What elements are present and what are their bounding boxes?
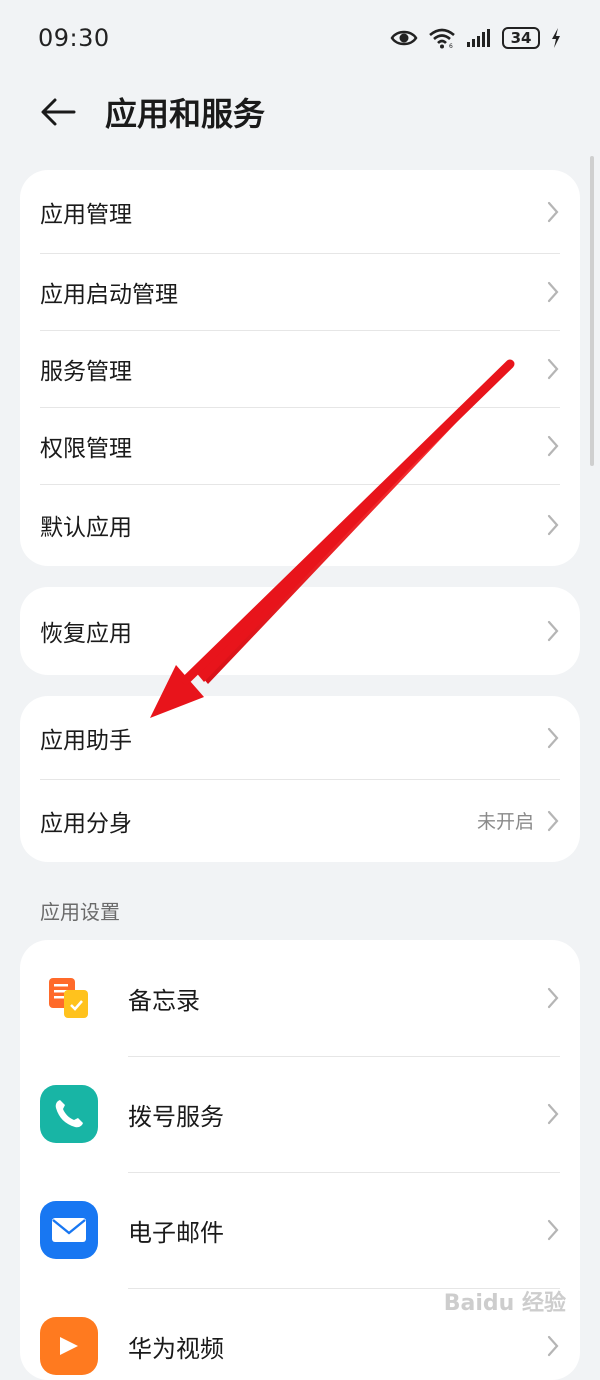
menu-item-label: 权限管理 (40, 435, 132, 462)
charging-icon (552, 28, 560, 48)
chevron-right-icon (546, 1103, 560, 1125)
memo-icon (40, 969, 98, 1027)
header: 应用和服务 (0, 76, 600, 148)
menu-item-permissions[interactable]: 权限管理 (20, 407, 580, 484)
chevron-right-icon (546, 514, 560, 536)
status-value: 未开启 (476, 811, 534, 833)
menu-item-default-apps[interactable]: 默认应用 (20, 484, 580, 566)
app-item-dialer[interactable]: 拨号服务 (20, 1056, 580, 1172)
status-bar: 09:30 6 34 (0, 0, 600, 76)
chevron-right-icon (546, 620, 560, 642)
mail-icon (40, 1201, 98, 1259)
page-title: 应用和服务 (105, 95, 266, 133)
phone-icon (40, 1085, 98, 1143)
watermark-logo: Baidu 经验 (443, 1291, 566, 1316)
battery-indicator: 34 (502, 27, 540, 49)
menu-item-app-twin[interactable]: 应用分身 未开启 (20, 779, 580, 862)
menu-item-label: 恢复应用 (40, 621, 132, 647)
eye-icon (390, 30, 418, 46)
chevron-right-icon (546, 281, 560, 303)
chevron-right-icon (546, 727, 560, 749)
scrollbar[interactable] (590, 156, 594, 466)
app-item-label: 华为视频 (128, 1334, 224, 1363)
app-item-label: 电子邮件 (128, 1218, 224, 1247)
chevron-right-icon (546, 810, 560, 832)
status-icons: 6 34 (390, 27, 562, 49)
app-item-label: 备忘录 (128, 986, 200, 1015)
menu-item-restore-apps[interactable]: 恢复应用 (20, 587, 580, 675)
section-title-app-settings: 应用设置 (40, 900, 120, 924)
wifi-icon: 6 (429, 28, 455, 49)
app-item-memo[interactable]: 备忘录 (20, 940, 580, 1056)
app-item-email[interactable]: 电子邮件 (20, 1172, 580, 1288)
signal-icon (467, 29, 490, 47)
menu-item-label: 应用管理 (40, 201, 132, 228)
settings-group-main: 应用管理 应用启动管理 服务管理 权限管理 默认应用 (20, 170, 580, 566)
menu-item-label: 应用助手 (40, 727, 132, 754)
menu-item-app-launch[interactable]: 应用启动管理 (20, 253, 580, 330)
menu-item-app-management[interactable]: 应用管理 (20, 170, 580, 253)
back-arrow-icon (41, 98, 76, 126)
menu-item-label: 应用分身 (40, 810, 132, 837)
app-item-label: 拨号服务 (128, 1102, 224, 1131)
svg-text:6: 6 (449, 43, 453, 49)
status-time: 09:30 (38, 24, 110, 52)
settings-group-restore: 恢复应用 (20, 587, 580, 675)
watermark-url: jingyan.baidu.com (446, 1317, 566, 1332)
menu-item-service-management[interactable]: 服务管理 (20, 330, 580, 407)
chevron-right-icon (546, 1219, 560, 1241)
chevron-right-icon (546, 987, 560, 1009)
chevron-right-icon (546, 435, 560, 457)
menu-item-label: 默认应用 (40, 515, 132, 541)
chevron-right-icon (546, 358, 560, 380)
video-icon (40, 1317, 98, 1375)
back-button[interactable] (38, 92, 78, 132)
menu-item-label: 服务管理 (40, 358, 132, 385)
menu-item-app-assistant[interactable]: 应用助手 (20, 696, 580, 779)
chevron-right-icon (546, 201, 560, 223)
menu-item-label: 应用启动管理 (40, 281, 178, 308)
settings-group-assistant: 应用助手 应用分身 未开启 (20, 696, 580, 862)
watermark: Baidu 经验 jingyan.baidu.com (444, 1285, 566, 1332)
